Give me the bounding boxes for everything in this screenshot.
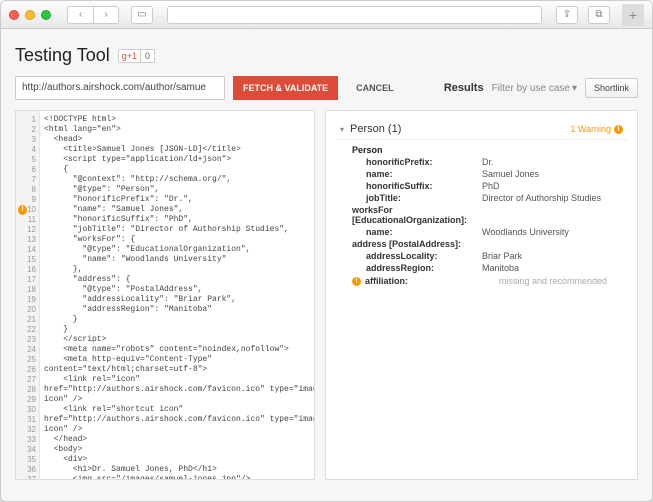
nav-buttons: ‹ › — [67, 6, 119, 24]
minimize-icon[interactable] — [25, 10, 35, 20]
property-value: Briar Park — [482, 251, 522, 261]
close-icon[interactable] — [9, 10, 19, 20]
error-marker-icon: ! — [18, 205, 27, 215]
address-bar[interactable] — [167, 6, 542, 24]
url-input[interactable]: http://authors.airshock.com/author/samue — [15, 76, 225, 100]
code-panel: 1234567891011121314151617181920212223242… — [15, 110, 315, 480]
titlebar: ‹ › ▭ ⇪ ⧉ + — [1, 1, 652, 29]
property-row: Person — [352, 144, 627, 156]
affiliation-warning: ! affiliation: missing and recommended — [352, 274, 627, 286]
browser-window: ‹ › ▭ ⇪ ⧉ + Testing Tool g+1 0 http://au… — [0, 0, 653, 502]
property-key: name: — [352, 169, 482, 179]
property-key: addressRegion: — [352, 263, 482, 273]
entity-label: Person (1) — [350, 123, 401, 135]
property-value: Samuel Jones — [482, 169, 539, 179]
property-row: jobTitle:Director of Authorship Studies — [352, 192, 627, 204]
property-value: Dr. — [482, 157, 494, 167]
gplus-count: 0 — [140, 49, 155, 63]
page-content: Testing Tool g+1 0 http://authors.airsho… — [1, 29, 652, 501]
property-value: Director of Authorship Studies — [482, 193, 601, 203]
maximize-icon[interactable] — [41, 10, 51, 20]
page-title: Testing Tool — [15, 45, 110, 66]
property-key: worksFor [EducationalOrganization]: — [352, 205, 482, 225]
property-row: addressRegion:Manitoba — [352, 262, 627, 274]
property-key: addressLocality: — [352, 251, 482, 261]
gplus-icon: g+1 — [118, 49, 140, 63]
property-key: affiliation: — [365, 276, 495, 286]
property-value: missing and recommended — [499, 276, 607, 286]
share-icon[interactable]: ⇪ — [556, 6, 578, 24]
panels: 1234567891011121314151617181920212223242… — [15, 110, 638, 480]
gplus-badge[interactable]: g+1 0 — [118, 49, 155, 63]
property-row: name:Samuel Jones — [352, 168, 627, 180]
entity-header[interactable]: ▾ Person (1) 1 Warning ! — [336, 119, 627, 140]
property-list: PersonhonorificPrefix:Dr.name:Samuel Jon… — [336, 140, 627, 286]
results-bar: Results Filter by use case ▾ Shortlink — [444, 78, 638, 98]
property-key: name: — [352, 227, 482, 237]
property-row: worksFor [EducationalOrganization]: — [352, 204, 627, 226]
warning-icon: ! — [352, 277, 361, 286]
property-value: Woodlands University — [482, 227, 569, 237]
property-value: PhD — [482, 181, 500, 191]
back-button[interactable]: ‹ — [67, 6, 93, 24]
property-key: jobTitle: — [352, 193, 482, 203]
fetch-validate-button[interactable]: FETCH & VALIDATE — [233, 76, 338, 100]
toolbar: http://authors.airshock.com/author/samue… — [15, 76, 638, 100]
property-row: honorificPrefix:Dr. — [352, 156, 627, 168]
tabs-icon[interactable]: ⧉ — [588, 6, 610, 24]
sidebar-icon[interactable]: ▭ — [131, 6, 153, 24]
line-gutter: 1234567891011121314151617181920212223242… — [16, 111, 40, 479]
property-key: honorificSuffix: — [352, 181, 482, 191]
warning-label: 1 Warning — [570, 124, 611, 134]
warning-icon: ! — [614, 125, 623, 134]
filter-dropdown[interactable]: Filter by use case ▾ — [492, 83, 577, 94]
new-tab-button[interactable]: + — [622, 4, 644, 26]
filter-label: Filter by use case — [492, 83, 570, 94]
chevron-down-icon: ▾ — [572, 83, 577, 94]
window-controls — [9, 10, 51, 20]
property-row: honorificSuffix:PhD — [352, 180, 627, 192]
code-editor[interactable]: <!DOCTYPE html> <html lang="en"> <head> … — [40, 111, 314, 479]
cancel-button[interactable]: CANCEL — [346, 76, 404, 100]
property-key: address [PostalAddress]: — [352, 239, 482, 249]
chevron-down-icon: ▾ — [340, 125, 344, 134]
property-value: Manitoba — [482, 263, 519, 273]
app-header: Testing Tool g+1 0 — [15, 39, 638, 76]
results-panel: ▾ Person (1) 1 Warning ! Personhonorific… — [325, 110, 638, 480]
property-key: Person — [352, 145, 482, 155]
results-label: Results — [444, 82, 484, 94]
forward-button[interactable]: › — [93, 6, 119, 24]
property-row: addressLocality:Briar Park — [352, 250, 627, 262]
property-row: address [PostalAddress]: — [352, 238, 627, 250]
shortlink-button[interactable]: Shortlink — [585, 78, 638, 98]
property-row: name:Woodlands University — [352, 226, 627, 238]
property-key: honorificPrefix: — [352, 157, 482, 167]
warning-badge: 1 Warning ! — [570, 124, 623, 134]
